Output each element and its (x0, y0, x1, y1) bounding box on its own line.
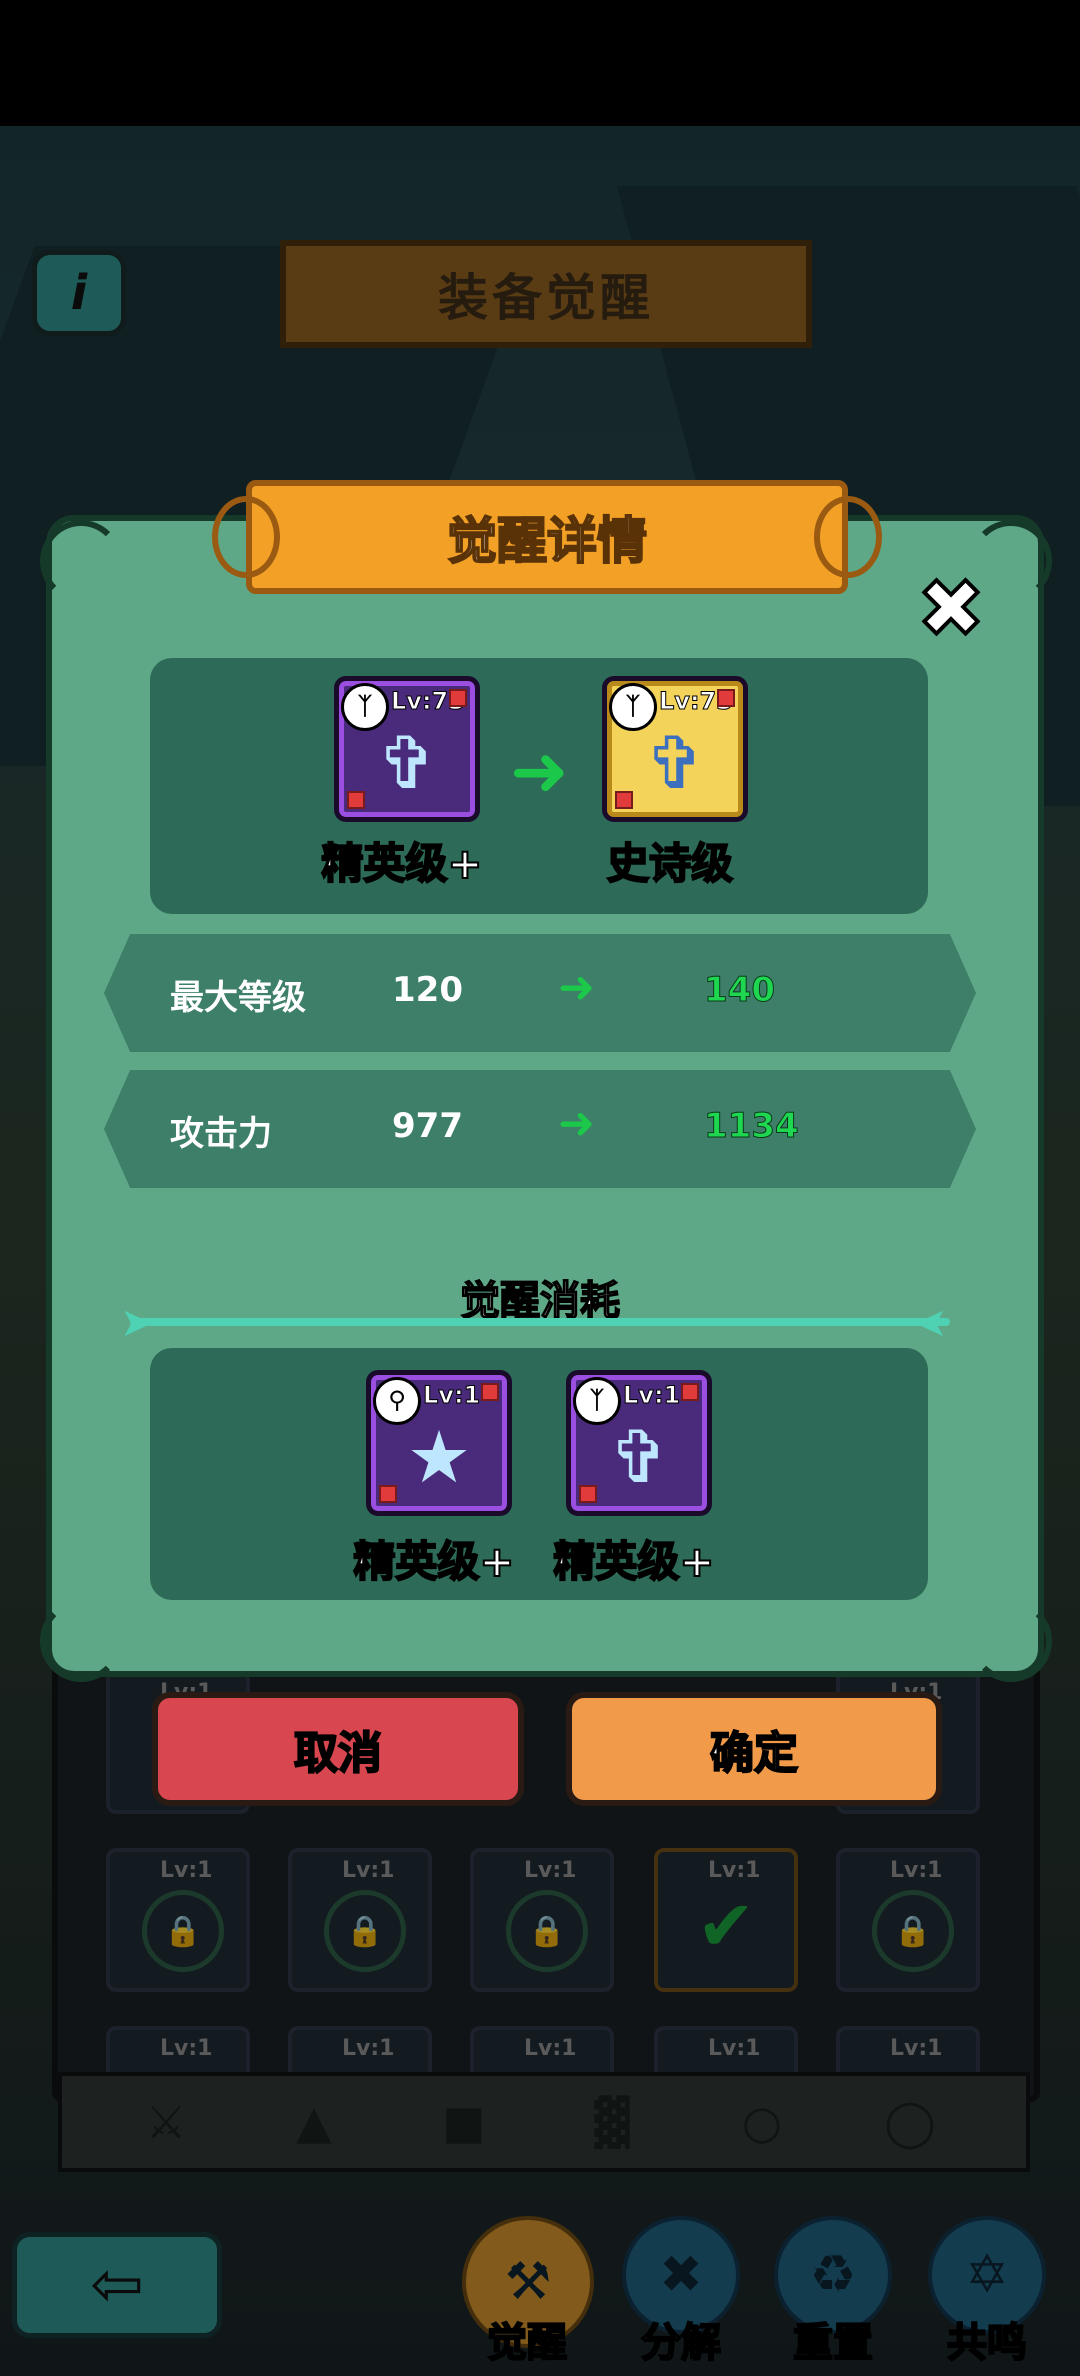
close-button[interactable]: ✖ (910, 566, 992, 652)
stat-row-max-level: 最大等级 120 ➜ 140 (104, 934, 976, 1052)
corner-ornament (970, 1600, 1052, 1682)
staff-icon: ★ (406, 1415, 472, 1499)
awakened-grade: 史诗级 (606, 838, 734, 889)
cost-item[interactable]: ᛉ Lv:1 ✞ (566, 1370, 712, 1516)
divider-ornament-icon: ➤ (914, 1300, 948, 1346)
close-icon: ✖ (915, 562, 986, 655)
status-bar (0, 0, 1080, 126)
current-grade: 精英级+ (320, 838, 483, 889)
stat-old-value: 120 (392, 970, 463, 1010)
arrow-right-icon: ➜ (558, 962, 595, 1013)
stat-new-value: 1134 (704, 1106, 800, 1147)
cancel-button[interactable]: 取消 (152, 1692, 524, 1806)
upgrade-arrow-icon: ➜ (510, 730, 569, 812)
corner-ornament (40, 1600, 122, 1682)
bow-icon: ✞ (608, 1415, 670, 1499)
bow-icon: ✞ (376, 721, 438, 805)
current-item[interactable]: ᛉ Lv:73 ✞ (334, 676, 480, 822)
stat-new-value: 140 (704, 970, 776, 1011)
arrow-right-icon: ➜ (558, 1098, 595, 1149)
stat-label: 最大等级 (170, 978, 306, 1018)
dialog-title-banner: 觉醒详情 (212, 480, 882, 594)
gem-icon (481, 1383, 499, 1401)
stat-label: 攻击力 (170, 1114, 272, 1154)
banner-ornament (814, 496, 882, 578)
gem-icon (717, 689, 735, 707)
stat-row-attack: 攻击力 977 ➜ 1134 (104, 1070, 976, 1188)
gem-icon (681, 1383, 699, 1401)
dialog-title: 觉醒详情 (446, 511, 648, 571)
cost-item-grade: 精英级+ (352, 1536, 515, 1587)
divider-ornament-icon: ➤ (120, 1300, 154, 1346)
stat-old-value: 977 (392, 1106, 463, 1146)
confirm-button[interactable]: 确定 (566, 1692, 942, 1806)
banner-ornament (212, 496, 280, 578)
gem-icon (449, 689, 467, 707)
bow-icon: ✞ (644, 721, 706, 805)
cost-item[interactable]: ⚲ Lv:1 ★ (366, 1370, 512, 1516)
section-divider (130, 1318, 950, 1326)
cost-item-grade: 精英级+ (552, 1536, 715, 1587)
awakened-item[interactable]: ᛉ Lv:73 ✞ (602, 676, 748, 822)
corner-ornament (40, 520, 122, 602)
